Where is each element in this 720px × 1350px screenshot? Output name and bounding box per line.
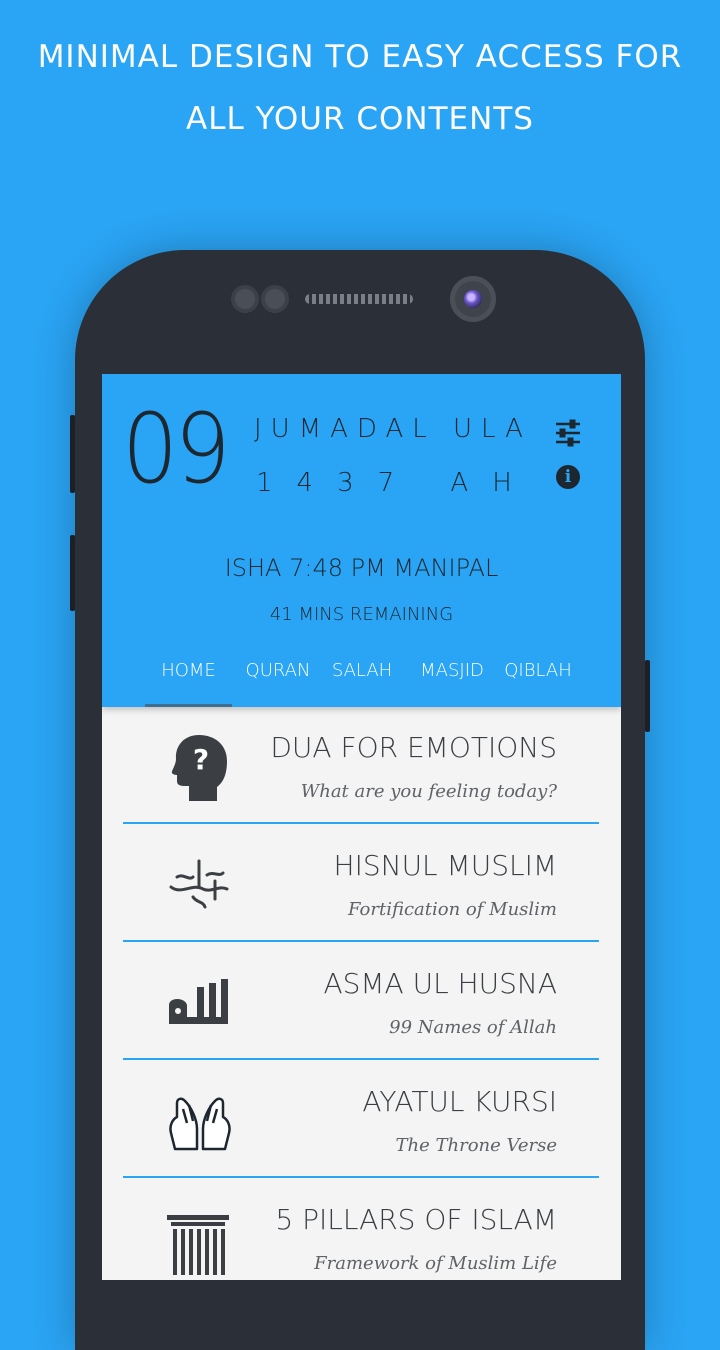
head-question-icon: ? <box>171 735 227 801</box>
phone-button-right <box>645 660 650 732</box>
list-item-dua-for-emotions[interactable]: ? DUA FOR EMOTIONS What are you feeling … <box>123 707 599 824</box>
pillar-icon <box>167 1215 229 1275</box>
svg-text:?: ? <box>193 743 209 776</box>
tab-qiblah[interactable]: QIBLAH <box>498 656 578 707</box>
item-subtitle: 99 Names of Allah <box>389 1017 557 1038</box>
sensor-icon <box>231 285 289 313</box>
item-subtitle: Fortification of Muslim <box>348 899 557 920</box>
item-title: 5 PILLARS OF ISLAM <box>275 1203 557 1236</box>
promo-line-2: ALL YOUR CONTENTS <box>186 101 534 137</box>
next-prayer: ISHA 7:48 PM MANIPAL <box>224 554 499 582</box>
speaker-grille <box>305 294 413 304</box>
item-title: ASMA UL HUSNA <box>323 967 557 1000</box>
tab-masjid[interactable]: MASJID <box>410 656 494 707</box>
calligraphy-icon <box>169 859 229 909</box>
promo-line-1: MINIMAL DESIGN TO EASY ACCESS FOR <box>37 39 683 75</box>
item-title: AYATUL KURSI <box>362 1085 557 1118</box>
hijri-month: JUMADAL ULA <box>254 414 532 444</box>
tab-home[interactable]: HOME <box>145 656 232 707</box>
list-item-ayatul-kursi[interactable]: AYATUL KURSI The Throne Verse <box>123 1061 599 1178</box>
list-item-5-pillars[interactable]: 5 PILLARS OF ISLAM Framework of Muslim L… <box>123 1179 599 1280</box>
praying-hands-icon <box>169 1097 231 1151</box>
tab-salah[interactable]: SALAH <box>324 656 400 707</box>
front-camera-icon <box>450 276 496 322</box>
item-subtitle: The Throne Verse <box>395 1135 557 1156</box>
promo-headline: MINIMAL DESIGN TO EASY ACCESS FOR ALL YO… <box>0 26 720 150</box>
item-title: DUA FOR EMOTIONS <box>270 731 557 764</box>
item-subtitle: Framework of Muslim Life <box>314 1253 557 1274</box>
list-item-asma-ul-husna[interactable]: ASMA UL HUSNA 99 Names of Allah <box>123 943 599 1060</box>
app-screen: 09 JUMADAL ULA 1437 AH i ISHA 7:48 PM MA… <box>102 374 621 1280</box>
item-subtitle: What are you feeling today? <box>300 781 557 802</box>
app-header: 09 JUMADAL ULA 1437 AH i ISHA 7:48 PM MA… <box>102 374 621 707</box>
item-title: HISNUL MUSLIM <box>333 849 557 882</box>
allah-calligraphy-icon <box>169 979 228 1024</box>
hijri-day: 09 <box>122 393 231 505</box>
tab-quran[interactable]: QURAN <box>238 656 318 707</box>
list-item-hisnul-muslim[interactable]: HISNUL MUSLIM Fortification of Muslim <box>123 825 599 942</box>
info-icon[interactable]: i <box>556 465 580 489</box>
time-remaining: 41 MINS REMAINING <box>269 604 454 625</box>
hijri-year: 1437 AH <box>256 468 536 498</box>
tab-bar: HOME QURAN SALAH MASJID QIBLAH <box>102 656 621 707</box>
sliders-icon[interactable] <box>554 419 582 447</box>
